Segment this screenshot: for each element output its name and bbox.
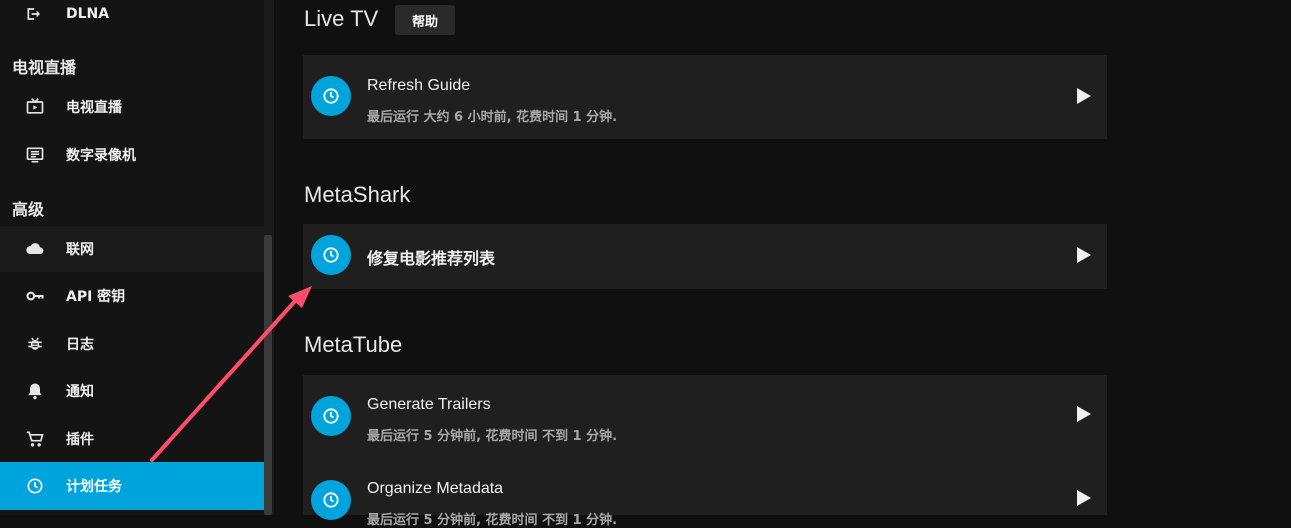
group-title-metashark: MetaShark (304, 182, 411, 207)
sidebar-item-plugins[interactable]: 插件 (0, 416, 264, 462)
sidebar-item-label: 日志 (66, 337, 94, 353)
sidebar: DLNA 电视直播 电视直播 数字录像机 高级 联网 API 密钥 日志 通知 … (0, 0, 264, 515)
play-icon[interactable] (1075, 406, 1091, 422)
cloud-icon (24, 238, 46, 260)
group-title-metatube: MetaTube (304, 332, 403, 357)
sidebar-item-networking[interactable]: 联网 (0, 226, 264, 272)
task-status: 最后运行 大约 6 小时前, 花费时间 1 分钟. (367, 110, 618, 125)
sidebar-item-scheduled-tasks[interactable]: 计划任务 (0, 462, 264, 510)
task-name: Generate Trailers (367, 396, 491, 413)
sidebar-item-label: 计划任务 (66, 479, 122, 495)
group-title-live-tv: Live TV (304, 6, 379, 31)
task-name: Refresh Guide (367, 77, 471, 94)
play-icon[interactable] (1075, 490, 1091, 506)
task-card-organize-metadata[interactable]: Organize Metadata 最后运行 5 分钟前, 花费时间 不到 1 … (303, 459, 1107, 528)
clock-icon (311, 396, 351, 436)
dvr-icon (24, 144, 46, 166)
task-card-generate-trailers[interactable]: Generate Trailers 最后运行 5 分钟前, 花费时间 不到 1 … (303, 375, 1107, 459)
task-card-fix-movie-recommendations[interactable]: 修复电影推荐列表 (303, 224, 1107, 289)
sidebar-item-dvr[interactable]: 数字录像机 (0, 132, 264, 178)
play-icon[interactable] (1075, 88, 1091, 104)
clock-icon (311, 480, 351, 520)
task-name: Organize Metadata (367, 480, 504, 497)
sidebar-item-label: 联网 (66, 242, 94, 258)
task-name: 修复电影推荐列表 (367, 249, 496, 268)
task-status: 最后运行 5 分钟前, 花费时间 不到 1 分钟. (367, 513, 618, 528)
tv-icon (24, 96, 46, 118)
sidebar-item-live-tv[interactable]: 电视直播 (0, 84, 264, 130)
sidebar-item-dlna[interactable]: DLNA (0, 0, 264, 37)
play-icon[interactable] (1075, 247, 1091, 263)
help-button[interactable]: 帮助 (395, 5, 455, 35)
dlna-icon (24, 3, 46, 25)
sidebar-item-logs[interactable]: 日志 (0, 321, 264, 367)
section-heading-advanced: 高级 (12, 200, 45, 219)
sidebar-item-label: 插件 (66, 432, 94, 448)
task-card-refresh-guide[interactable]: Refresh Guide 最后运行 大约 6 小时前, 花费时间 1 分钟. (303, 55, 1107, 139)
section-heading-live-tv: 电视直播 (12, 58, 77, 77)
key-icon (24, 285, 46, 307)
clock-icon (24, 475, 46, 497)
clock-icon (311, 235, 351, 275)
bug-icon (24, 333, 46, 355)
sidebar-item-label: API 密钥 (66, 289, 126, 305)
sidebar-item-label: DLNA (66, 6, 110, 22)
bell-icon (24, 380, 46, 402)
sidebar-item-label: 电视直播 (66, 100, 122, 116)
sidebar-item-label: 数字录像机 (66, 148, 136, 164)
cart-icon (24, 428, 46, 450)
sidebar-item-label: 通知 (66, 384, 94, 400)
task-status: 最后运行 5 分钟前, 花费时间 不到 1 分钟. (367, 429, 618, 444)
sidebar-item-api-keys[interactable]: API 密钥 (0, 273, 264, 319)
sidebar-item-notifications[interactable]: 通知 (0, 368, 264, 414)
clock-icon (311, 76, 351, 116)
sidebar-scrollbar-thumb[interactable] (264, 235, 272, 515)
